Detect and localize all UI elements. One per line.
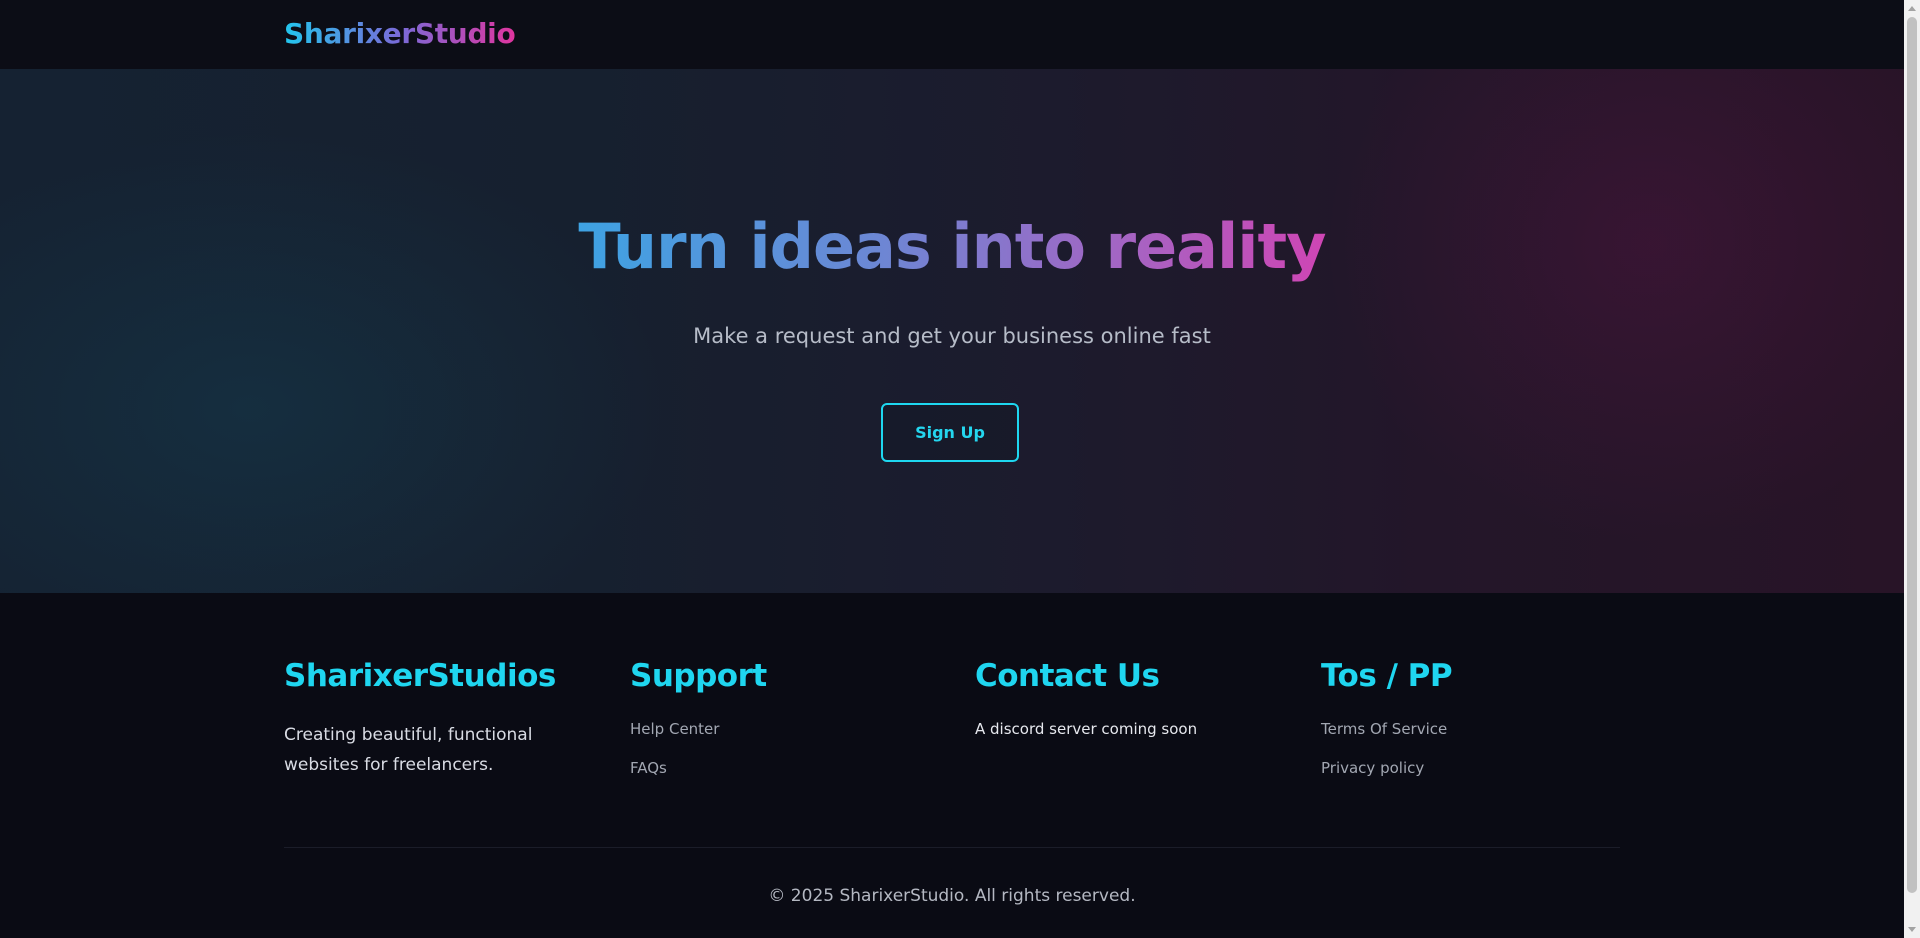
copyright-text: © 2025 SharixerStudio. All rights reserv… [768, 886, 1136, 906]
footer-support-column: Support Help Center FAQs [630, 658, 950, 798]
scroll-up-arrow-icon[interactable] [1908, 6, 1916, 11]
hero-glow-left [0, 109, 700, 593]
footer-legal-heading: Tos / PP [1321, 658, 1453, 694]
footer-brand-column: SharixerStudios Creating beautiful, func… [284, 658, 604, 780]
scrollbar-thumb[interactable] [1907, 17, 1917, 893]
hero-title: Turn ideas into reality [0, 210, 1904, 284]
page: SharixerStudio Turn ideas into reality M… [0, 0, 1920, 938]
privacy-policy-link[interactable]: Privacy policy [1321, 759, 1641, 778]
navbar: SharixerStudio [0, 0, 1904, 69]
footer-contact-heading: Contact Us [975, 658, 1160, 694]
hero-title-text: Turn ideas into reality [578, 210, 1326, 283]
nav-logo[interactable]: SharixerStudio [284, 17, 516, 50]
footer-contact-column: Contact Us A discord server coming soon [975, 658, 1295, 739]
terms-of-service-link[interactable]: Terms Of Service [1321, 720, 1641, 739]
hero-glow-right [1300, 69, 1904, 569]
help-center-link[interactable]: Help Center [630, 720, 950, 739]
faqs-link[interactable]: FAQs [630, 759, 950, 778]
hero-subtitle: Make a request and get your business onl… [693, 324, 1211, 348]
footer-support-heading: Support [630, 658, 767, 694]
footer-divider [284, 847, 1620, 848]
footer-brand-heading: SharixerStudios [284, 658, 556, 694]
footer-brand-description: Creating beautiful, functional websites … [284, 725, 533, 775]
footer-contact-text: A discord server coming soon [975, 720, 1198, 738]
scroll-down-arrow-icon[interactable] [1908, 927, 1916, 932]
vertical-scrollbar[interactable] [1904, 0, 1920, 938]
footer-legal-column: Tos / PP Terms Of Service Privacy policy [1321, 658, 1641, 798]
sign-up-button[interactable]: Sign Up [881, 403, 1019, 462]
footer: SharixerStudios Creating beautiful, func… [0, 593, 1904, 938]
hero-section: Turn ideas into reality Make a request a… [0, 69, 1904, 593]
